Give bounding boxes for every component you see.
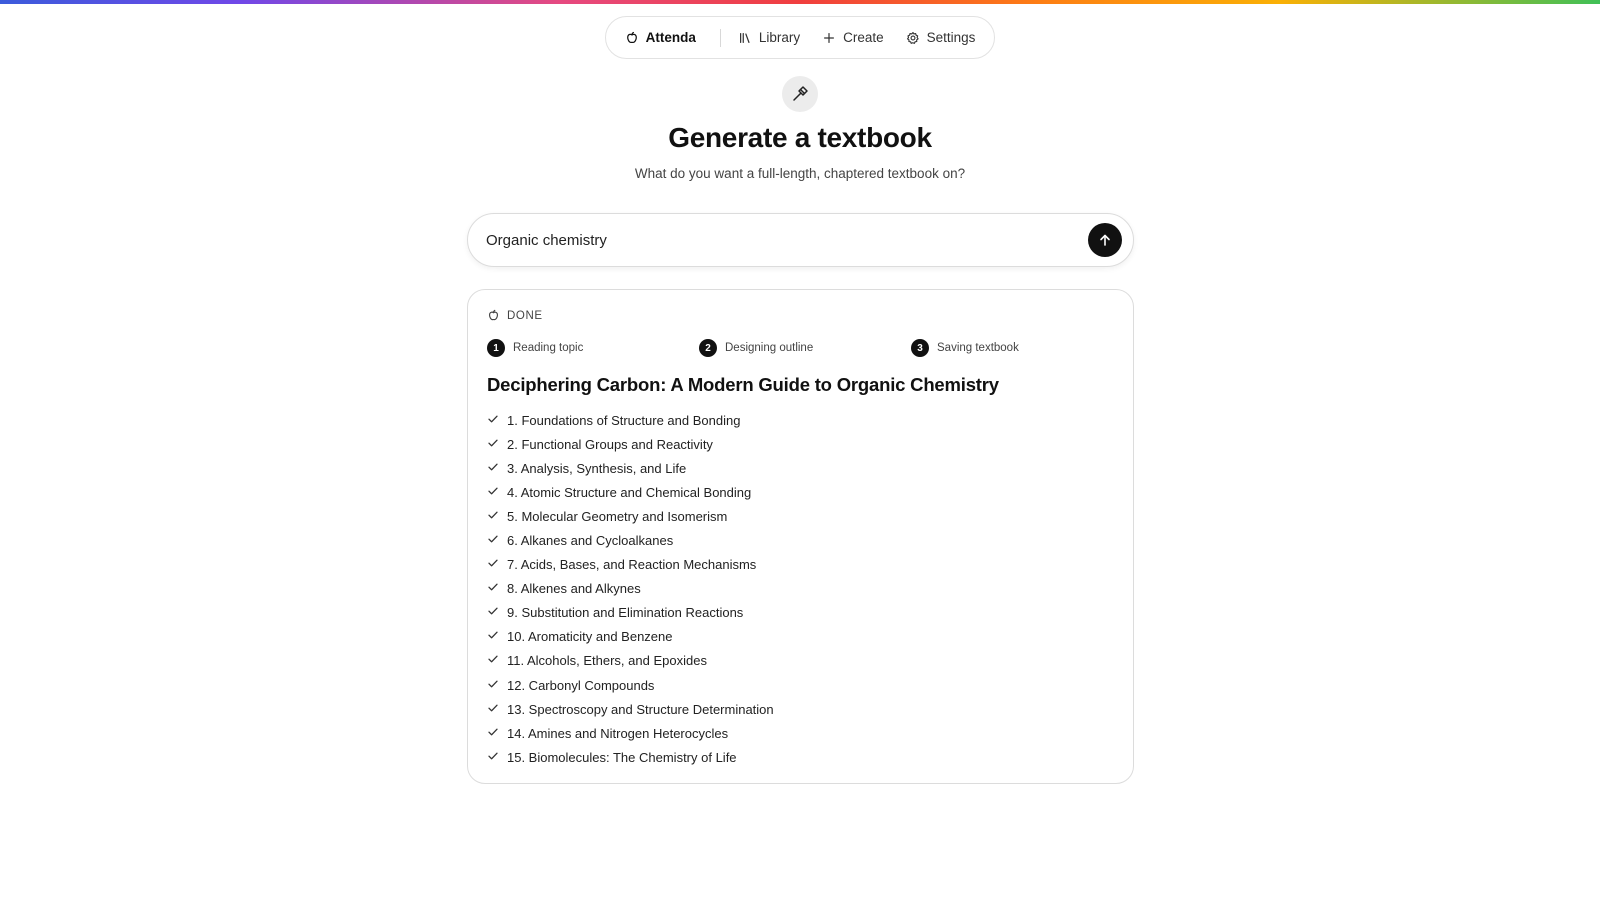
chapter-label: 3. Analysis, Synthesis, and Life [507, 460, 687, 476]
check-icon [487, 581, 499, 596]
chapter-list: 1. Foundations of Structure and Bonding … [487, 408, 774, 769]
status-label: DONE [507, 309, 543, 322]
step-number: 2 [699, 339, 717, 357]
chapter-label: 13. Spectroscopy and Structure Determina… [507, 701, 774, 717]
step-label: Designing outline [725, 342, 814, 354]
nav-create-label: Create [843, 30, 884, 45]
step-saving-textbook: 3 Saving textbook [911, 339, 1019, 357]
nav-item-create[interactable]: Create [811, 23, 895, 53]
chapter-item: 5. Molecular Geometry and Isomerism [487, 504, 774, 528]
step-reading-topic: 1 Reading topic [487, 339, 583, 357]
check-icon [487, 533, 499, 548]
topic-input[interactable] [486, 214, 1066, 266]
chapter-item: 8. Alkenes and Alkynes [487, 577, 774, 601]
page-subtitle: What do you want a full-length, chaptere… [634, 166, 966, 181]
top-navigation: Attenda Library Create Settings [0, 16, 1600, 59]
chapter-label: 2. Functional Groups and Reactivity [507, 436, 713, 452]
check-icon [487, 557, 499, 572]
chapter-label: 7. Acids, Bases, and Reaction Mechanisms [507, 557, 757, 573]
chapter-item: 7. Acids, Bases, and Reaction Mechanisms [487, 553, 774, 577]
check-icon [487, 509, 499, 524]
check-icon [487, 702, 499, 717]
nav-brand-attenda[interactable]: Attenda [614, 23, 714, 53]
submit-button[interactable] [1088, 223, 1122, 257]
check-icon [487, 678, 499, 693]
check-icon [487, 437, 499, 452]
check-icon [487, 726, 499, 741]
step-number: 3 [911, 339, 929, 357]
chapter-label: 15. Biomolecules: The Chemistry of Life [507, 749, 737, 765]
chapter-item: 15. Biomolecules: The Chemistry of Life [487, 745, 774, 769]
chapter-label: 14. Amines and Nitrogen Heterocycles [507, 725, 729, 741]
nav-item-settings[interactable]: Settings [895, 23, 987, 53]
topic-prompt-box [467, 213, 1134, 267]
page-title: Generate a textbook [668, 122, 932, 153]
chapter-item: 13. Spectroscopy and Structure Determina… [487, 697, 774, 721]
chapter-label: 4. Atomic Structure and Chemical Bonding [507, 484, 752, 500]
apple-icon [625, 31, 639, 45]
check-icon [487, 653, 499, 668]
step-designing-outline: 2 Designing outline [699, 339, 813, 357]
chapter-label: 11. Alcohols, Ethers, and Epoxides [507, 653, 707, 669]
chapter-item: 14. Amines and Nitrogen Heterocycles [487, 721, 774, 745]
hammer-icon [782, 76, 818, 112]
chapter-item: 3. Analysis, Synthesis, and Life [487, 456, 774, 480]
textbook-title: Deciphering Carbon: A Modern Guide to Or… [487, 374, 999, 395]
check-icon [487, 605, 499, 620]
check-icon [487, 750, 499, 765]
nav-brand-label: Attenda [645, 30, 696, 45]
chapter-label: 8. Alkenes and Alkynes [507, 581, 641, 597]
progress-steps: 1 Reading topic 2 Designing outline 3 Sa… [487, 339, 1127, 359]
plus-icon [822, 31, 836, 45]
chapter-item: 2. Functional Groups and Reactivity [487, 432, 774, 456]
check-icon [487, 461, 499, 476]
chapter-label: 9. Substitution and Elimination Reaction… [507, 605, 744, 621]
apple-icon [488, 309, 499, 321]
chapter-item: 1. Foundations of Structure and Bonding [487, 408, 774, 432]
chapter-label: 5. Molecular Geometry and Isomerism [507, 508, 728, 524]
chapter-label: 1. Foundations of Structure and Bonding [507, 412, 741, 428]
chapter-item: 4. Atomic Structure and Chemical Bonding [487, 480, 774, 504]
nav-library-label: Library [758, 30, 801, 45]
nav-item-library[interactable]: Library [727, 23, 811, 53]
step-label: Reading topic [513, 342, 584, 354]
nav-divider [719, 28, 721, 47]
chapter-item: 9. Substitution and Elimination Reaction… [487, 601, 774, 625]
status-row: DONE [487, 309, 543, 322]
library-icon [738, 31, 752, 45]
step-label: Saving textbook [937, 342, 1019, 354]
step-number: 1 [487, 339, 505, 357]
check-icon [487, 629, 499, 644]
chapter-item: 10. Aromaticity and Benzene [487, 625, 774, 649]
generation-result-card: DONE 1 Reading topic 2 Designing outline… [467, 289, 1134, 784]
chapter-item: 6. Alkanes and Cycloalkanes [487, 528, 774, 552]
nav-settings-label: Settings [926, 30, 976, 45]
top-gradient-bar [0, 0, 1600, 4]
chapter-label: 12. Carbonyl Compounds [507, 677, 655, 693]
chapter-item: 11. Alcohols, Ethers, and Epoxides [487, 649, 774, 673]
chapter-item: 12. Carbonyl Compounds [487, 673, 774, 697]
check-icon [487, 485, 499, 500]
nav-pill: Attenda Library Create Settings [604, 16, 996, 59]
chapter-label: 6. Alkanes and Cycloalkanes [507, 533, 674, 549]
gear-icon [906, 31, 920, 45]
check-icon [487, 413, 499, 428]
chapter-label: 10. Aromaticity and Benzene [507, 629, 673, 645]
arrow-up-icon [1100, 234, 1110, 246]
